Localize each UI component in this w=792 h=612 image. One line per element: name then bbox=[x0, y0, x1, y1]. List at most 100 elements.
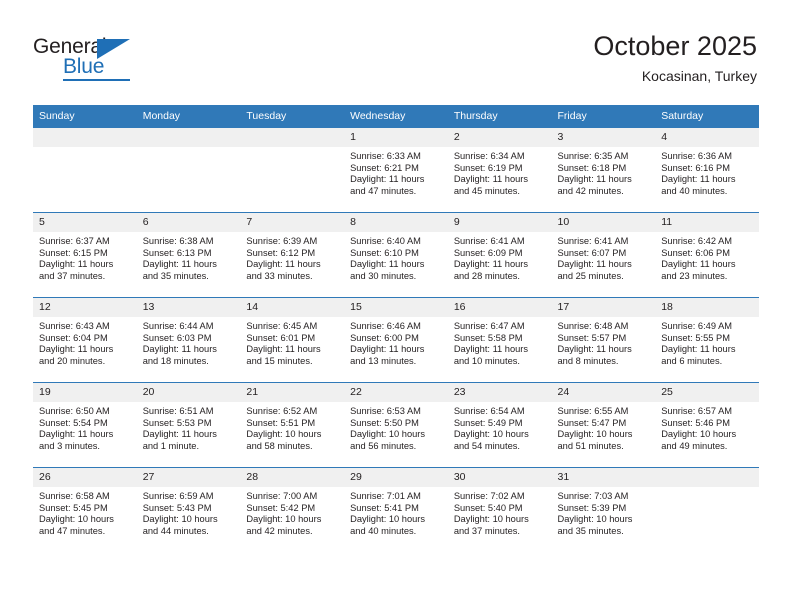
calendar-day-cell[interactable]: 8 Sunrise: 6:40 AM Sunset: 6:10 PM Daylight… bbox=[344, 212, 448, 298]
calendar-day-cell[interactable]: 9 Sunrise: 6:41 AM Sunset: 6:09 PM Daylight… bbox=[447, 212, 552, 298]
calendar-day-cell[interactable]: 16 Sunrise: 6:47 AM Sunset: 5:58 PM Dayligh… bbox=[447, 297, 552, 383]
day-details: Sunrise: 6:51 AM Sunset: 5:53 PM Daylight:… bbox=[137, 402, 241, 452]
daylight-text-cont: and 49 minutes. bbox=[661, 440, 728, 451]
calendar-week-row: 26 Sunrise: 6:58 AM Sunset: 5:45 PM Dayligh… bbox=[33, 467, 759, 552]
day-details: Sunrise: 6:47 AM Sunset: 5:58 PM Daylight:… bbox=[448, 317, 552, 367]
calendar-day-cell[interactable]: 12 Sunrise: 6:43 AM Sunset: 6:04 PM Dayligh… bbox=[33, 297, 137, 383]
weekday-headers: Sunday Monday Tuesday Wednesday Thursday Frid… bbox=[33, 105, 759, 128]
calendar-day-cell[interactable]: 29 Sunrise: 7:01 AM Sunset: 5:41 PM Dayligh… bbox=[344, 467, 448, 552]
day-number: 9 bbox=[447, 213, 552, 232]
daylight-text-cont: and 37 minutes. bbox=[453, 525, 520, 536]
daylight-text-cont: and 10 minutes. bbox=[453, 355, 520, 366]
sunset-text: Sunset: 5:40 PM bbox=[453, 502, 523, 513]
sunrise-text: Sunrise: 6:46 AM bbox=[350, 321, 421, 331]
calendar-day-cell[interactable]: 19 Sunrise: 6:50 AM Sunset: 5:54 PM Dayligh… bbox=[33, 382, 137, 468]
calendar-day-cell[interactable]: 2 Sunrise: 6:34 AM Sunset: 6:19 PM Daylight… bbox=[447, 127, 552, 213]
sunrise-text: Sunrise: 6:34 AM bbox=[453, 151, 525, 161]
daylight-text-cont: and 47 minutes. bbox=[39, 525, 106, 536]
daylight-text: Daylight: 11 hours bbox=[453, 259, 529, 270]
calendar-day-cell[interactable]: 10 Sunrise: 6:41 AM Sunset: 6:07 PM Dayligh… bbox=[551, 212, 656, 298]
calendar-day-cell[interactable]: 21 Sunrise: 6:52 AM Sunset: 5:51 PM Dayligh… bbox=[240, 382, 345, 468]
calendar-day-cell[interactable]: 3 Sunrise: 6:35 AM Sunset: 6:18 PM Daylight… bbox=[551, 127, 656, 213]
day-number: 27 bbox=[136, 468, 241, 487]
daylight-text-cont: and 6 minutes. bbox=[661, 355, 723, 366]
day-number: 17 bbox=[551, 298, 656, 317]
calendar-day-cell[interactable]: 25 Sunrise: 6:57 AM Sunset: 5:46 PM Dayligh… bbox=[655, 382, 759, 468]
calendar-week-row: 5 Sunrise: 6:37 AM Sunset: 6:15 PM Daylight… bbox=[33, 212, 759, 298]
sunset-text: Sunset: 5:49 PM bbox=[453, 417, 523, 428]
sunrise-text: Sunrise: 6:37 AM bbox=[39, 236, 110, 246]
calendar-body: 1 Sunrise: 6:33 AM Sunset: 6:21 PM Daylight… bbox=[33, 127, 759, 552]
sunset-text: Sunset: 5:43 PM bbox=[142, 502, 212, 513]
daylight-text-cont: and 58 minutes. bbox=[246, 440, 313, 451]
daylight-text-cont: and 47 minutes. bbox=[350, 185, 417, 196]
day-details: Sunrise: 7:00 AM Sunset: 5:42 PM Daylight:… bbox=[240, 487, 344, 537]
daylight-text: Daylight: 11 hours bbox=[246, 259, 321, 270]
daylight-text-cont: and 33 minutes. bbox=[246, 270, 313, 281]
sunset-text: Sunset: 5:55 PM bbox=[661, 332, 730, 343]
calendar-day-cell[interactable]: 22 Sunrise: 6:53 AM Sunset: 5:50 PM Dayligh… bbox=[344, 382, 448, 468]
daylight-text-cont: and 1 minute. bbox=[142, 440, 200, 451]
calendar-day-cell[interactable]: 6 Sunrise: 6:38 AM Sunset: 6:13 PM Daylight… bbox=[136, 212, 241, 298]
calendar-day-cell[interactable]: 7 Sunrise: 6:39 AM Sunset: 6:12 PM Daylight… bbox=[240, 212, 345, 298]
day-details: Sunrise: 6:37 AM Sunset: 6:15 PM Daylight:… bbox=[33, 232, 137, 282]
sunrise-text: Sunrise: 6:44 AM bbox=[142, 321, 214, 331]
day-number: 29 bbox=[344, 468, 448, 487]
day-number: 25 bbox=[655, 383, 759, 402]
day-details: Sunrise: 6:34 AM Sunset: 6:19 PM Daylight:… bbox=[448, 147, 552, 197]
daylight-text: Daylight: 11 hours bbox=[453, 174, 529, 185]
day-number: 23 bbox=[447, 383, 552, 402]
calendar-day-cell[interactable]: 23 Sunrise: 6:54 AM Sunset: 5:49 PM Dayligh… bbox=[447, 382, 552, 468]
calendar-day-cell[interactable]: 4 Sunrise: 6:36 AM Sunset: 6:16 PM Daylight… bbox=[655, 127, 759, 213]
calendar-day-cell[interactable]: 27 Sunrise: 6:59 AM Sunset: 5:43 PM Dayligh… bbox=[136, 467, 241, 552]
sunset-text: Sunset: 5:39 PM bbox=[557, 502, 627, 513]
daylight-text-cont: and 44 minutes. bbox=[142, 525, 209, 536]
sunrise-text: Sunrise: 6:54 AM bbox=[453, 406, 525, 416]
daylight-text: Daylight: 11 hours bbox=[557, 174, 632, 185]
daylight-text: Daylight: 11 hours bbox=[557, 259, 632, 270]
daylight-text-cont: and 25 minutes. bbox=[557, 270, 624, 281]
day-details: Sunrise: 6:53 AM Sunset: 5:50 PM Daylight:… bbox=[344, 402, 448, 452]
day-number: 16 bbox=[447, 298, 552, 317]
daylight-text: Daylight: 10 hours bbox=[453, 514, 529, 525]
day-details: Sunrise: 6:54 AM Sunset: 5:49 PM Daylight:… bbox=[448, 402, 552, 452]
calendar-day-cell[interactable]: 31 Sunrise: 7:03 AM Sunset: 5:39 PM Dayligh… bbox=[551, 467, 656, 552]
day-number: 14 bbox=[240, 298, 345, 317]
calendar-day-cell[interactable]: 28 Sunrise: 7:00 AM Sunset: 5:42 PM Dayligh… bbox=[240, 467, 345, 552]
day-details: Sunrise: 6:43 AM Sunset: 6:04 PM Daylight:… bbox=[33, 317, 137, 367]
day-details: Sunrise: 6:40 AM Sunset: 6:10 PM Daylight:… bbox=[344, 232, 448, 282]
sunset-text: Sunset: 5:45 PM bbox=[39, 502, 108, 513]
day-number bbox=[240, 128, 345, 147]
daylight-text: Daylight: 10 hours bbox=[661, 429, 737, 440]
calendar-day-cell[interactable]: 13 Sunrise: 6:44 AM Sunset: 6:03 PM Dayligh… bbox=[136, 297, 241, 383]
title-block: October 2025 Kocasinan, Turkey bbox=[593, 30, 757, 85]
daylight-text: Daylight: 11 hours bbox=[661, 174, 736, 185]
page-subtitle: Kocasinan, Turkey bbox=[641, 68, 757, 84]
calendar-day-cell[interactable]: 17 Sunrise: 6:48 AM Sunset: 5:57 PM Dayligh… bbox=[551, 297, 656, 383]
daylight-text: Daylight: 11 hours bbox=[557, 344, 632, 355]
weekday-header-wednesday: Wednesday bbox=[344, 105, 448, 128]
sunset-text: Sunset: 6:09 PM bbox=[453, 247, 523, 258]
calendar-day-cell[interactable]: 5 Sunrise: 6:37 AM Sunset: 6:15 PM Daylight… bbox=[33, 212, 137, 298]
calendar-day-cell[interactable]: 20 Sunrise: 6:51 AM Sunset: 5:53 PM Dayligh… bbox=[136, 382, 241, 468]
calendar-day-cell[interactable]: 14 Sunrise: 6:45 AM Sunset: 6:01 PM Dayligh… bbox=[240, 297, 345, 383]
calendar-page: General Blue October 2025 Kocasinan, Tur… bbox=[0, 0, 792, 612]
day-details: Sunrise: 6:48 AM Sunset: 5:57 PM Daylight:… bbox=[552, 317, 656, 367]
calendar-day-cell[interactable]: 26 Sunrise: 6:58 AM Sunset: 5:45 PM Dayligh… bbox=[33, 467, 137, 552]
general-blue-logo[interactable]: General Blue bbox=[33, 36, 153, 84]
calendar-day-cell[interactable]: 24 Sunrise: 6:55 AM Sunset: 5:47 PM Dayligh… bbox=[551, 382, 656, 468]
calendar-day-cell[interactable]: 1 Sunrise: 6:33 AM Sunset: 6:21 PM Daylight… bbox=[344, 127, 448, 213]
day-number: 20 bbox=[136, 383, 241, 402]
day-number: 30 bbox=[447, 468, 552, 487]
calendar-day-cell[interactable]: 11 Sunrise: 6:42 AM Sunset: 6:06 PM Dayligh… bbox=[655, 212, 759, 298]
calendar-day-cell[interactable]: 15 Sunrise: 6:46 AM Sunset: 6:00 PM Dayligh… bbox=[344, 297, 448, 383]
calendar-day-cell[interactable]: 18 Sunrise: 6:49 AM Sunset: 5:55 PM Dayligh… bbox=[655, 297, 759, 383]
sunset-text: Sunset: 6:21 PM bbox=[350, 162, 419, 173]
page-header: General Blue October 2025 Kocasinan, Tur… bbox=[0, 0, 792, 104]
weekday-header-sunday: Sunday bbox=[33, 105, 137, 128]
sunset-text: Sunset: 6:12 PM bbox=[246, 247, 316, 258]
sunrise-text: Sunrise: 6:52 AM bbox=[246, 406, 318, 416]
sunrise-text: Sunrise: 6:59 AM bbox=[142, 491, 214, 501]
calendar-day-cell[interactable]: 30 Sunrise: 7:02 AM Sunset: 5:40 PM Dayligh… bbox=[447, 467, 552, 552]
day-details: Sunrise: 6:50 AM Sunset: 5:54 PM Daylight:… bbox=[33, 402, 137, 452]
